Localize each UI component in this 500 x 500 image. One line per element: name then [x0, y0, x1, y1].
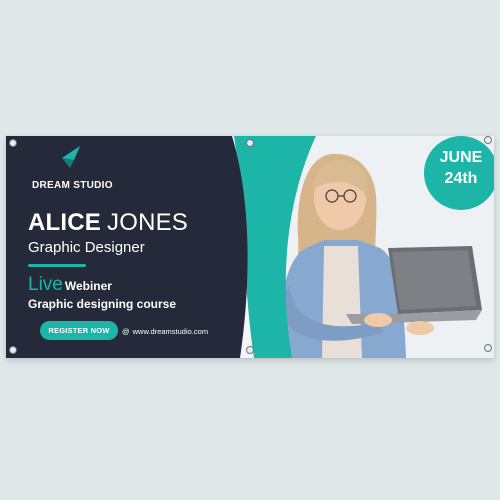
format-label: Webiner — [64, 279, 112, 293]
grommet-icon — [9, 139, 17, 147]
speaker-last-name: JONES — [107, 209, 189, 236]
date-badge: JUNE 24th — [424, 136, 494, 210]
triangle-logo-icon — [62, 146, 80, 168]
webinar-banner: DREAM STUDIO ALICE JONES Graphic Designer… — [6, 136, 494, 358]
speaker-first-name: ALICE — [28, 209, 101, 236]
date-day: 24th — [444, 170, 478, 187]
speaker-name: ALICE JONES — [28, 209, 188, 237]
grommet-icon — [246, 139, 254, 147]
speaker-role: Graphic Designer — [28, 239, 145, 256]
role-underline-divider — [28, 264, 86, 267]
website-line[interactable]: @ www.dreamstudio.com — [122, 327, 208, 336]
date-month: JUNE — [439, 149, 483, 166]
grommet-icon — [484, 344, 492, 352]
brand-name: DREAM STUDIO — [32, 180, 113, 191]
at-icon: @ — [122, 327, 130, 336]
grommet-icon — [484, 136, 492, 144]
live-webinar-label: Live Webiner — [28, 274, 112, 296]
course-title: Graphic designing course — [28, 297, 177, 311]
grommet-icon — [9, 346, 17, 354]
website-url[interactable]: www.dreamstudio.com — [133, 327, 208, 336]
register-now-button[interactable]: REGISTER NOW — [40, 321, 118, 340]
live-label: Live — [28, 274, 63, 295]
grommet-icon — [246, 346, 254, 354]
